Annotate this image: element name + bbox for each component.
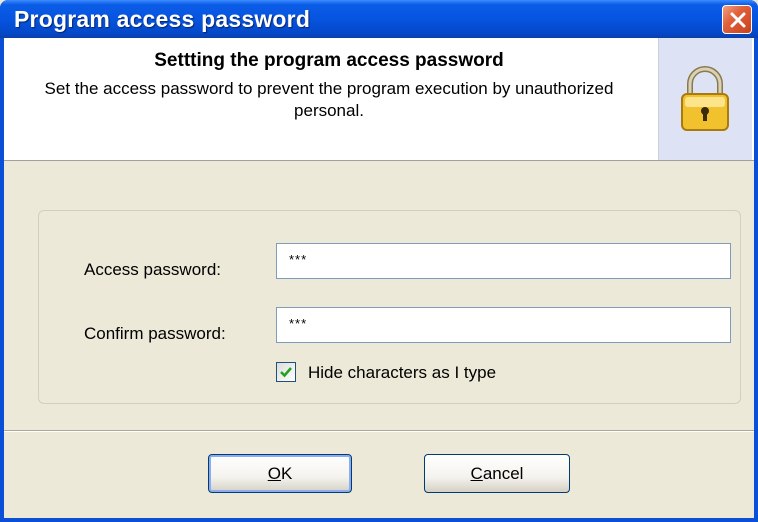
checkmark-icon — [280, 367, 292, 378]
dialog-client-area: Settting the program access password Set… — [4, 38, 754, 518]
header-description: Set the access password to prevent the p… — [44, 79, 614, 120]
access-password-input[interactable]: *** — [276, 243, 731, 279]
cancel-mnemonic: C — [470, 464, 483, 483]
access-password-label: Access password: — [84, 260, 221, 279]
padlock-icon — [681, 66, 729, 131]
cancel-button[interactable]: Cancel — [424, 454, 570, 493]
confirm-password-label: Confirm password: — [84, 324, 226, 343]
confirm-password-input[interactable]: *** — [276, 307, 731, 343]
hide-characters-label[interactable]: Hide characters as I type — [308, 363, 496, 383]
ok-mnemonic: O — [267, 464, 281, 483]
close-button[interactable] — [722, 5, 752, 34]
title-bar[interactable]: Program access password — [0, 0, 758, 38]
header-title: Settting the program access password — [154, 50, 504, 71]
window-title: Program access password — [14, 6, 311, 32]
dialog-header: Settting the program access password Set… — [4, 38, 754, 161]
dialog-window: Program access password Settting the pro… — [0, 0, 758, 522]
hide-characters-checkbox[interactable] — [276, 362, 296, 382]
ok-label-rest: K — [280, 464, 293, 483]
cancel-label-rest: ancel — [482, 464, 524, 483]
button-divider — [4, 430, 754, 432]
close-icon — [730, 12, 746, 28]
header-icon-panel — [658, 38, 752, 160]
ok-button[interactable]: OK — [208, 454, 352, 493]
